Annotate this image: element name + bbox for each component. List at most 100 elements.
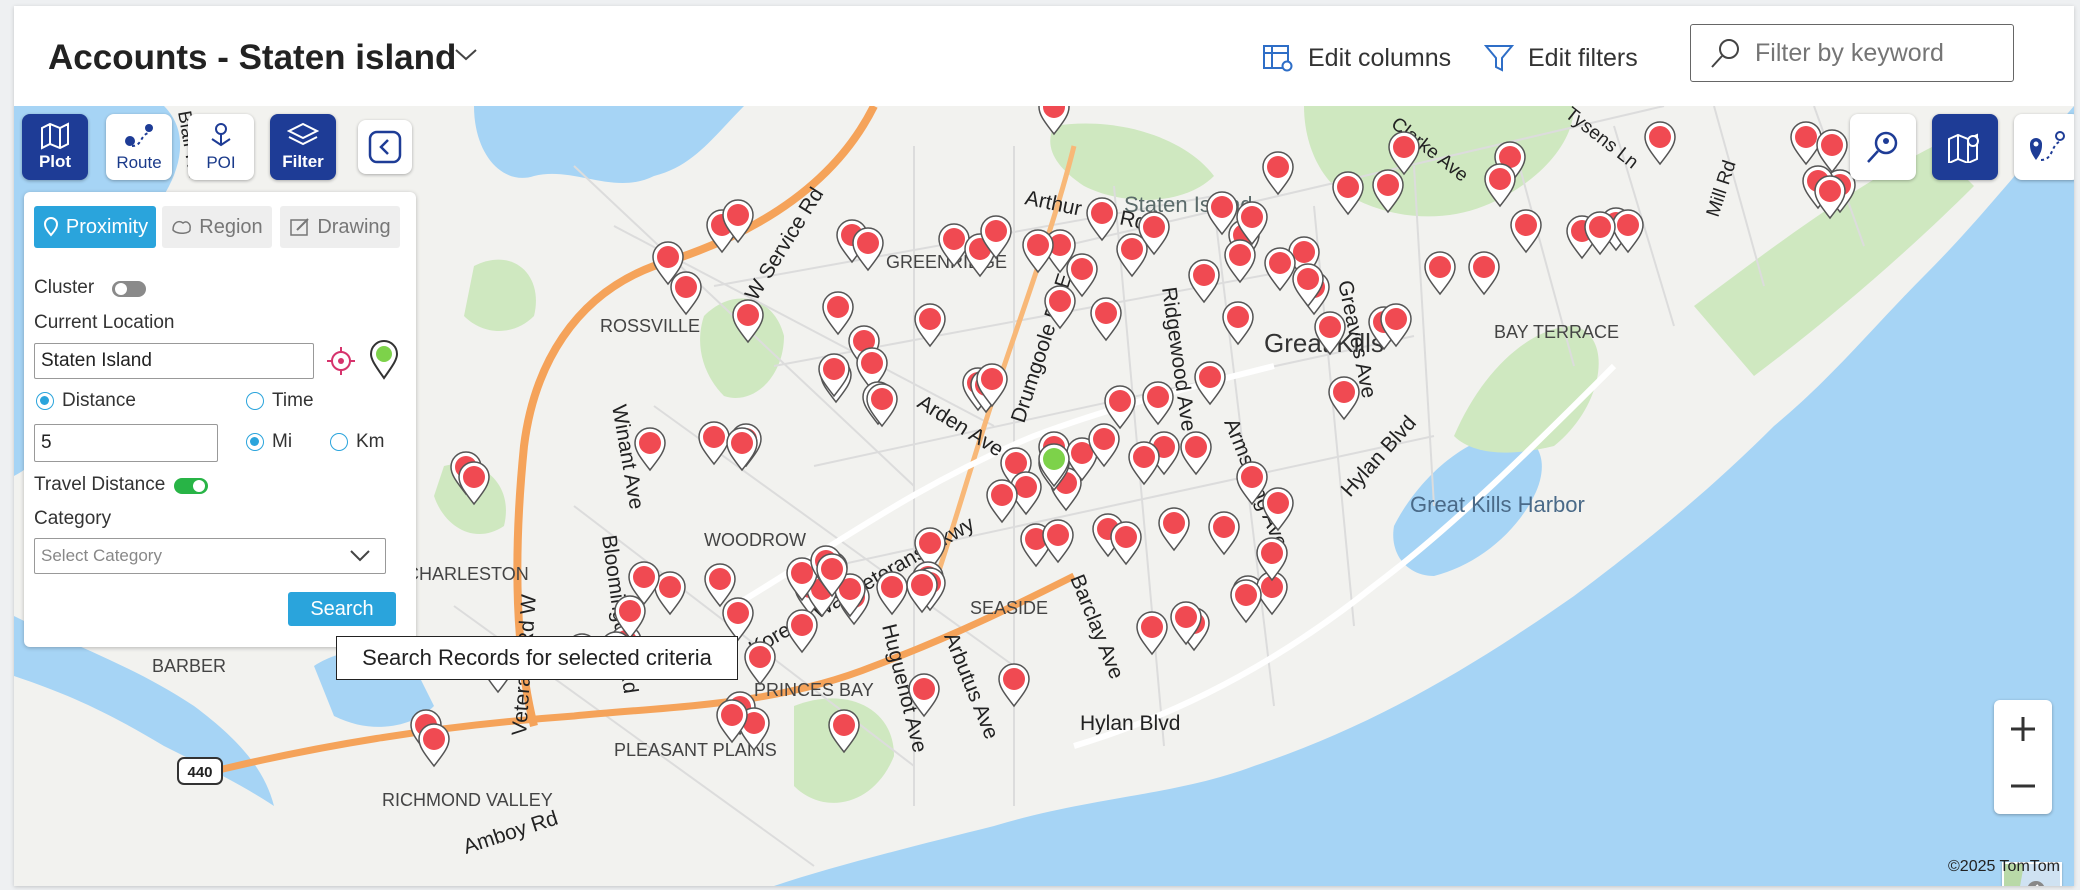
account-pin[interactable] [1128, 441, 1160, 486]
account-pin[interactable] [1022, 229, 1054, 274]
account-pin[interactable] [1644, 121, 1676, 166]
columns-settings-icon [1263, 45, 1293, 72]
account-pin[interactable] [1104, 385, 1136, 430]
tab-region[interactable]: Region [162, 206, 272, 248]
account-pin[interactable] [670, 271, 702, 316]
cluster-toggle[interactable] [112, 281, 146, 297]
page-title: Accounts - Staten island [48, 38, 457, 77]
account-pin[interactable] [744, 641, 776, 686]
account-pin[interactable] [458, 461, 490, 506]
account-pin[interactable] [1110, 521, 1142, 566]
account-pin[interactable] [1038, 106, 1070, 136]
collapse-panel-button[interactable] [358, 120, 412, 174]
account-pin[interactable] [998, 663, 1030, 708]
account-pin[interactable] [1208, 511, 1240, 556]
account-pin[interactable] [722, 597, 754, 642]
current-location-input[interactable]: Staten Island [34, 343, 314, 379]
account-pin[interactable] [986, 479, 1018, 524]
account-pin[interactable] [1230, 579, 1262, 624]
directions-button[interactable] [2014, 114, 2074, 180]
account-pin[interactable] [1142, 381, 1174, 426]
account-pin[interactable] [938, 223, 970, 268]
distance-label: Distance [62, 390, 136, 411]
account-pin[interactable] [1328, 376, 1360, 421]
account-pin[interactable] [1484, 163, 1516, 208]
map-view-button[interactable] [1932, 114, 1998, 180]
account-pin[interactable] [1066, 253, 1098, 298]
account-pin[interactable] [1224, 239, 1256, 284]
plus-icon [2011, 716, 2035, 741]
account-pin[interactable] [1194, 361, 1226, 406]
chevron-down-icon[interactable] [454, 48, 478, 62]
proximity-panel: Proximity Region Drawing Cluster Current… [24, 192, 416, 647]
distance-input[interactable]: 5 [34, 424, 218, 462]
account-pin[interactable] [876, 571, 908, 616]
account-pin[interactable] [726, 427, 758, 472]
unit-km-radio[interactable] [330, 433, 348, 451]
category-select[interactable]: Select Category [34, 538, 386, 574]
time-radio[interactable] [246, 392, 264, 410]
location-pin-icon[interactable] [368, 340, 400, 380]
account-pin[interactable] [1042, 519, 1074, 564]
account-pin[interactable] [1136, 611, 1168, 656]
account-pin[interactable] [1090, 297, 1122, 342]
edit-filters-label: Edit filters [1528, 43, 1638, 72]
search-location-button[interactable] [1850, 114, 1916, 180]
account-pin[interactable] [634, 427, 666, 472]
region-icon [172, 220, 192, 234]
route-button[interactable]: Route [106, 114, 172, 180]
account-pin[interactable] [1116, 233, 1148, 278]
distance-radio[interactable] [36, 392, 54, 410]
poi-button[interactable]: POI [188, 114, 254, 180]
account-pin[interactable] [1388, 131, 1420, 176]
account-pin[interactable] [1262, 487, 1294, 532]
plot-label: Plot [38, 152, 72, 171]
account-pin[interactable] [1264, 247, 1296, 292]
account-pin[interactable] [1086, 197, 1118, 242]
search-button[interactable]: Search [288, 592, 396, 626]
account-pin[interactable] [1256, 537, 1288, 582]
account-pin[interactable] [828, 709, 860, 754]
account-pin[interactable] [1314, 311, 1346, 356]
time-label: Time [272, 390, 314, 411]
account-pin[interactable] [716, 699, 748, 744]
account-pin[interactable] [1510, 209, 1542, 254]
crosshair-icon[interactable] [326, 346, 356, 376]
zoom-out-button[interactable] [1994, 757, 2052, 814]
account-pin[interactable] [822, 291, 854, 336]
keyword-filter-input[interactable] [1753, 37, 2007, 69]
account-pin[interactable] [866, 383, 898, 428]
tab-proximity[interactable]: Proximity [34, 206, 156, 248]
account-pin[interactable] [418, 723, 450, 768]
account-pin[interactable] [1044, 285, 1076, 330]
account-pin[interactable] [852, 227, 884, 272]
search-icon [1711, 39, 1739, 68]
account-pin[interactable] [1188, 259, 1220, 304]
account-pin[interactable] [1262, 151, 1294, 196]
account-pin[interactable] [1372, 169, 1404, 214]
account-pin[interactable] [1180, 431, 1212, 476]
account-pin[interactable] [1424, 251, 1456, 296]
tab-drawing[interactable]: Drawing [280, 206, 400, 248]
account-pin[interactable] [1236, 461, 1268, 506]
zoom-in-button[interactable] [1994, 700, 2052, 757]
account-pin[interactable] [1332, 171, 1364, 216]
edit-columns-label: Edit columns [1308, 43, 1452, 72]
account-pin[interactable] [914, 303, 946, 348]
plot-button[interactable]: Plot [22, 114, 88, 180]
edit-columns-button[interactable]: Edit columns [1262, 38, 1451, 78]
account-pin[interactable] [698, 421, 730, 466]
travel-distance-toggle[interactable] [174, 478, 208, 494]
account-pin[interactable] [732, 299, 764, 344]
account-pin[interactable] [786, 609, 818, 654]
account-pin[interactable] [1468, 251, 1500, 296]
account-pin[interactable] [908, 673, 940, 718]
current-location-label: Current Location [34, 312, 175, 333]
account-pin[interactable] [1222, 301, 1254, 346]
account-pin[interactable] [1158, 507, 1190, 552]
unit-mi-radio[interactable] [246, 433, 264, 451]
filter-button[interactable]: Filter [270, 114, 336, 180]
filter-icon [1484, 45, 1514, 72]
edit-filters-button[interactable]: Edit filters [1484, 38, 1638, 78]
keyword-filter-box[interactable] [1690, 24, 2014, 82]
